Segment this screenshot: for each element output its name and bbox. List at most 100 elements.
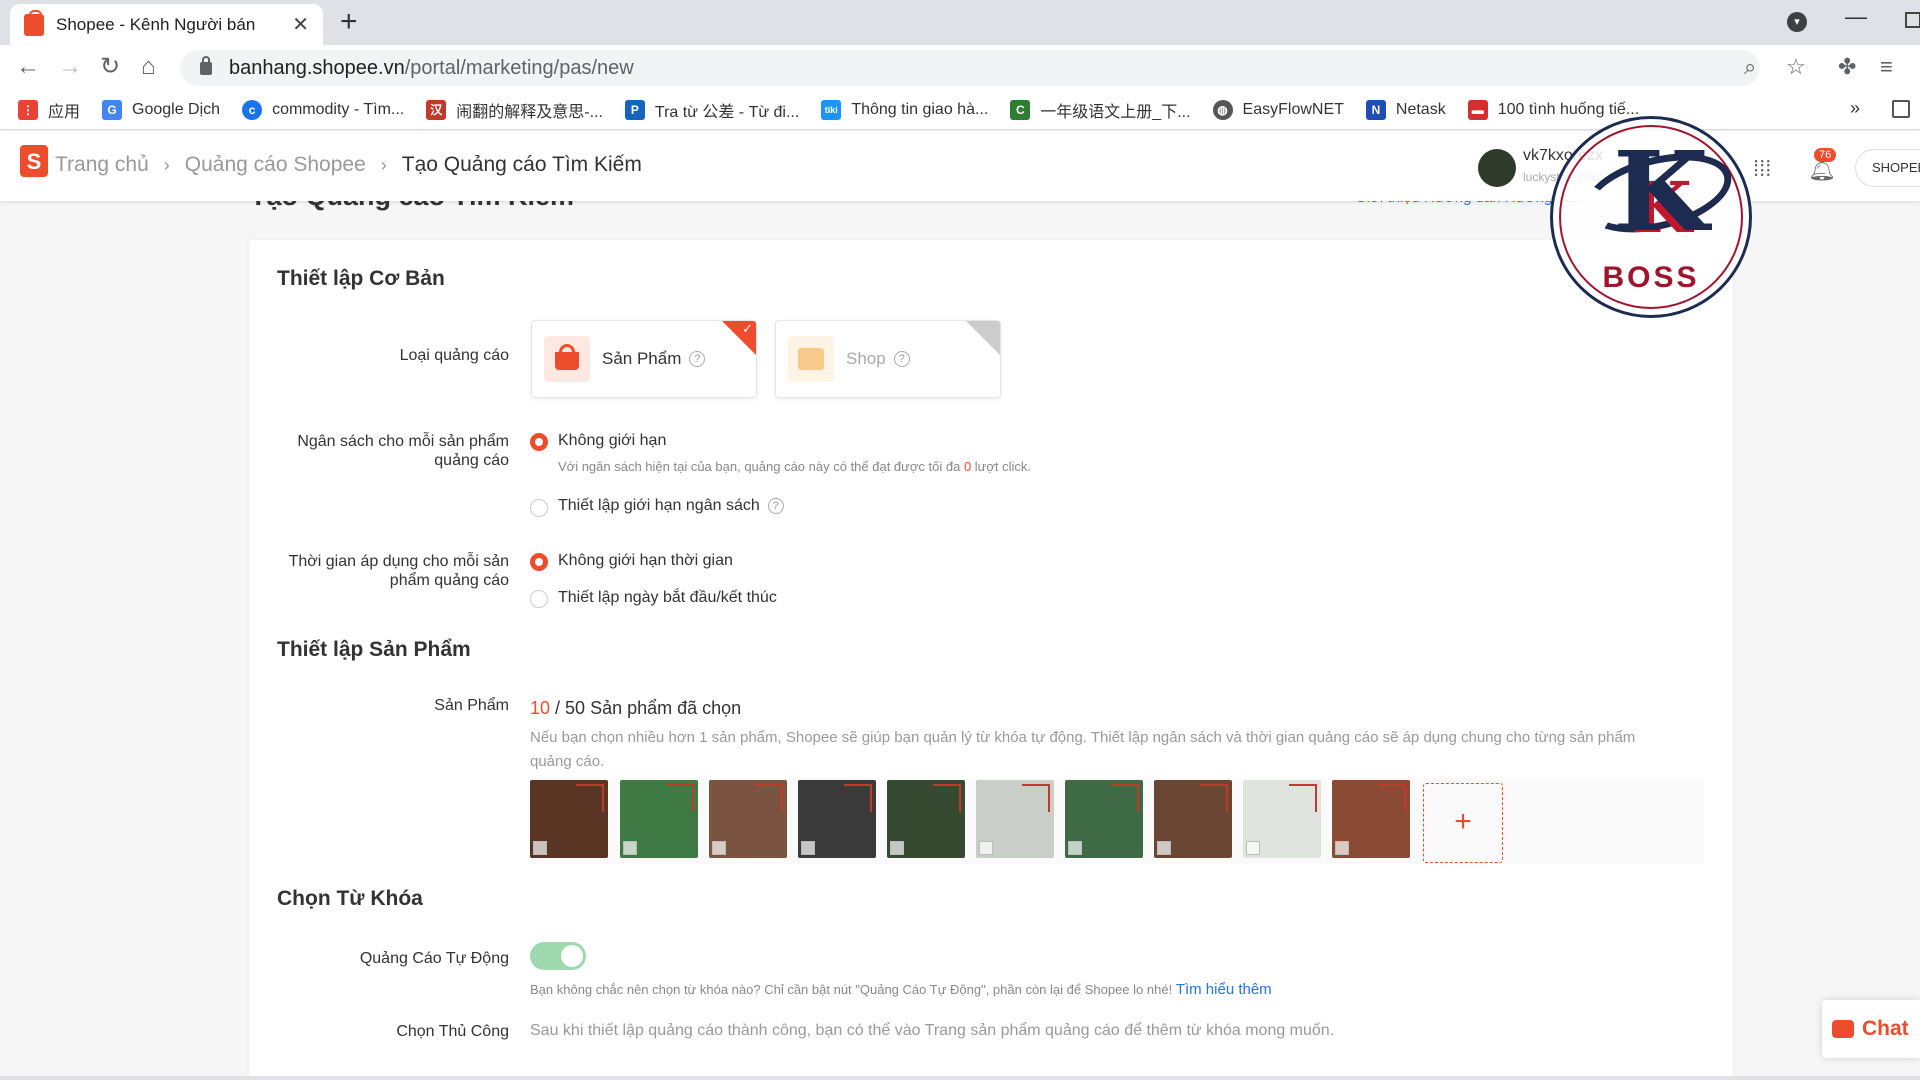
bookmark-star-icon[interactable]: ☆	[1786, 54, 1806, 80]
section-products-title: Thiết lập Sản Phẩm	[277, 638, 471, 661]
budget-limit-radio[interactable]	[530, 499, 548, 517]
checkbox-icon[interactable]	[890, 841, 904, 855]
products-count-text: / 50 Sản phẩm đã chọn	[555, 698, 742, 718]
ad-type-shop-label: Shop	[846, 349, 886, 368]
manual-hint: Sau khi thiết lập quảng cáo thành công, …	[530, 1022, 1335, 1039]
bookmark-item[interactable]: G Google Dịch	[102, 99, 220, 120]
ad-type-product-card[interactable]: Sản Phẩm ? ✓	[531, 320, 757, 398]
budget-hint-text: Với ngân sách hiện tại của bạn, quảng cá…	[558, 459, 961, 474]
c-green-icon: C	[1010, 99, 1031, 120]
tiki-icon: tiki	[821, 99, 842, 120]
product-thumbnail[interactable]	[1065, 780, 1143, 858]
section-basic-title: Thiết lập Cơ Bản	[277, 267, 445, 290]
product-thumbnail[interactable]	[976, 780, 1054, 858]
time-unlimited-label[interactable]: Không giới hạn thời gian	[558, 552, 733, 570]
minimize-icon[interactable]: —	[1845, 4, 1867, 30]
checkbox-icon[interactable]	[1246, 841, 1260, 855]
breadcrumb-separator-icon: ›	[380, 154, 387, 175]
home-icon[interactable]: ⌂	[141, 53, 156, 81]
bookmark-item[interactable]: P Tra từ 公差 - Từ đi...	[624, 98, 799, 122]
product-thumbnail[interactable]	[887, 780, 965, 858]
checkbox-icon[interactable]	[1068, 841, 1082, 855]
checkbox-icon[interactable]	[1335, 841, 1349, 855]
browser-tabstrip: Shopee - Kênh Người bán ✕ + ▾ —	[0, 0, 1920, 45]
budget-hint: Với ngân sách hiện tại của bạn, quảng cá…	[558, 459, 1031, 474]
checkbox-icon[interactable]	[533, 841, 547, 855]
tab-close-icon[interactable]: ✕	[292, 12, 309, 37]
breadcrumb-home[interactable]: Trang chủ	[55, 153, 149, 177]
help-icon[interactable]: ?	[689, 351, 706, 367]
breadcrumb-shopee-ads[interactable]: Quảng cáo Shopee	[185, 153, 366, 177]
bookmark-item[interactable]: N Netask	[1365, 99, 1446, 120]
budget-unlimited-label[interactable]: Không giới hạn	[558, 432, 666, 450]
bottom-edge	[0, 1076, 1920, 1080]
auto-ads-toggle[interactable]	[530, 942, 586, 970]
kboss-watermark-logo: K K BOSS	[1550, 116, 1752, 318]
checkbox-icon[interactable]	[712, 841, 726, 855]
bookmark-item[interactable]: ▬ 100 tình huống tiế...	[1467, 99, 1640, 120]
help-icon[interactable]: ?	[893, 351, 910, 367]
chat-button[interactable]: Chat	[1822, 1000, 1920, 1058]
bookmarks-more-icon[interactable]: »	[1850, 98, 1860, 119]
bookmark-item[interactable]: tiki Thông tin giao hà...	[821, 99, 988, 120]
shopee-logo-icon[interactable]: S	[20, 145, 48, 177]
bookmark-item[interactable]: c commodity - Tìm...	[242, 99, 404, 120]
time-unlimited-radio[interactable]	[530, 553, 548, 571]
help-icon[interactable]: ?	[767, 497, 784, 514]
product-thumbnail[interactable]	[709, 780, 787, 858]
manual-label: Chọn Thủ Công	[396, 1023, 509, 1040]
bookmark-label: 一年级语文上册_下...	[1040, 103, 1191, 121]
zoom-icon[interactable]: ⌕	[1744, 54, 1756, 80]
address-bar[interactable]: banhang.shopee.vn/portal/marketing/pas/n…	[180, 50, 1760, 86]
time-range-label[interactable]: Thiết lập ngày bắt đầu/kết thúc	[558, 589, 777, 607]
chinese-dictionary-icon: 汉	[426, 99, 447, 120]
bookmark-item[interactable]: ⋮ 应用	[18, 98, 80, 122]
add-product-button[interactable]: +	[1423, 783, 1503, 863]
bookmark-label: EasyFlowNET	[1242, 100, 1344, 118]
avatar[interactable]	[1478, 149, 1516, 187]
shop-menu-button[interactable]: SHOPEE	[1855, 149, 1920, 187]
checkbox-icon[interactable]	[623, 841, 637, 855]
auto-ads-hint: Bạn không chắc nên chọn từ khóa nào? Chỉ…	[530, 981, 1272, 998]
extensions-icon[interactable]: ✤	[1838, 54, 1856, 80]
product-thumbnail[interactable]	[530, 780, 608, 858]
back-arrow-icon[interactable]: ←	[16, 53, 40, 81]
google-translate-icon: G	[102, 99, 123, 120]
ad-type-shop-card[interactable]: Shop ?	[775, 320, 1001, 398]
apps-grid-icon[interactable]: ⁞⁞⁞	[1753, 156, 1771, 182]
checkbox-icon[interactable]	[979, 841, 993, 855]
reload-icon[interactable]: ↻	[100, 53, 120, 81]
bookmark-item[interactable]: C 一年级语文上册_下...	[1010, 98, 1191, 122]
products-selected-count: 10 / 50 Sản phẩm đã chọn	[530, 698, 741, 719]
bookmark-item[interactable]: 汉闹翻的解释及意思-...	[426, 98, 603, 122]
breadcrumb-separator-icon: ›	[163, 154, 170, 175]
budget-limit-label[interactable]: Thiết lập giới hạn ngân sách?	[558, 497, 784, 515]
checkbox-icon[interactable]	[801, 841, 815, 855]
bookmark-item[interactable]: ◍ EasyFlowNET	[1212, 99, 1344, 120]
mazii-icon: P	[624, 99, 645, 120]
globe-icon: ◍	[1212, 99, 1233, 120]
checkbox-icon[interactable]	[1157, 841, 1171, 855]
product-thumbnail[interactable]	[1243, 780, 1321, 858]
browser-toolbar: ← → ↻ ⌂ banhang.shopee.vn/portal/marketi…	[0, 45, 1920, 90]
browser-tab-active[interactable]: Shopee - Kênh Người bán ✕	[10, 4, 323, 45]
budget-unlimited-radio[interactable]	[530, 433, 548, 451]
auto-ads-label: Quảng Cáo Tự Động	[359, 950, 509, 967]
media-control-icon[interactable]: ≡	[1880, 54, 1893, 80]
bookmark-label: 100 tình huống tiế...	[1497, 100, 1640, 118]
maximize-icon[interactable]	[1905, 12, 1920, 28]
product-thumbnail[interactable]	[1332, 780, 1410, 858]
forward-arrow-icon[interactable]: →	[58, 53, 82, 81]
new-tab-button[interactable]: +	[340, 6, 358, 38]
learn-more-link[interactable]: Tìm hiểu thêm	[1176, 981, 1272, 998]
lock-icon	[200, 55, 212, 75]
product-thumbnail[interactable]	[1154, 780, 1232, 858]
product-thumbnail[interactable]	[620, 780, 698, 858]
products-label: Sản Phẩm	[434, 697, 509, 714]
tab-search-icon[interactable]: ▾	[1787, 12, 1807, 32]
time-range-radio[interactable]	[530, 590, 548, 608]
tab-title: Shopee - Kênh Người bán	[56, 14, 256, 34]
product-thumbnail[interactable]	[798, 780, 876, 858]
reading-list-icon[interactable]	[1892, 100, 1910, 118]
toggle-knob	[561, 945, 583, 967]
